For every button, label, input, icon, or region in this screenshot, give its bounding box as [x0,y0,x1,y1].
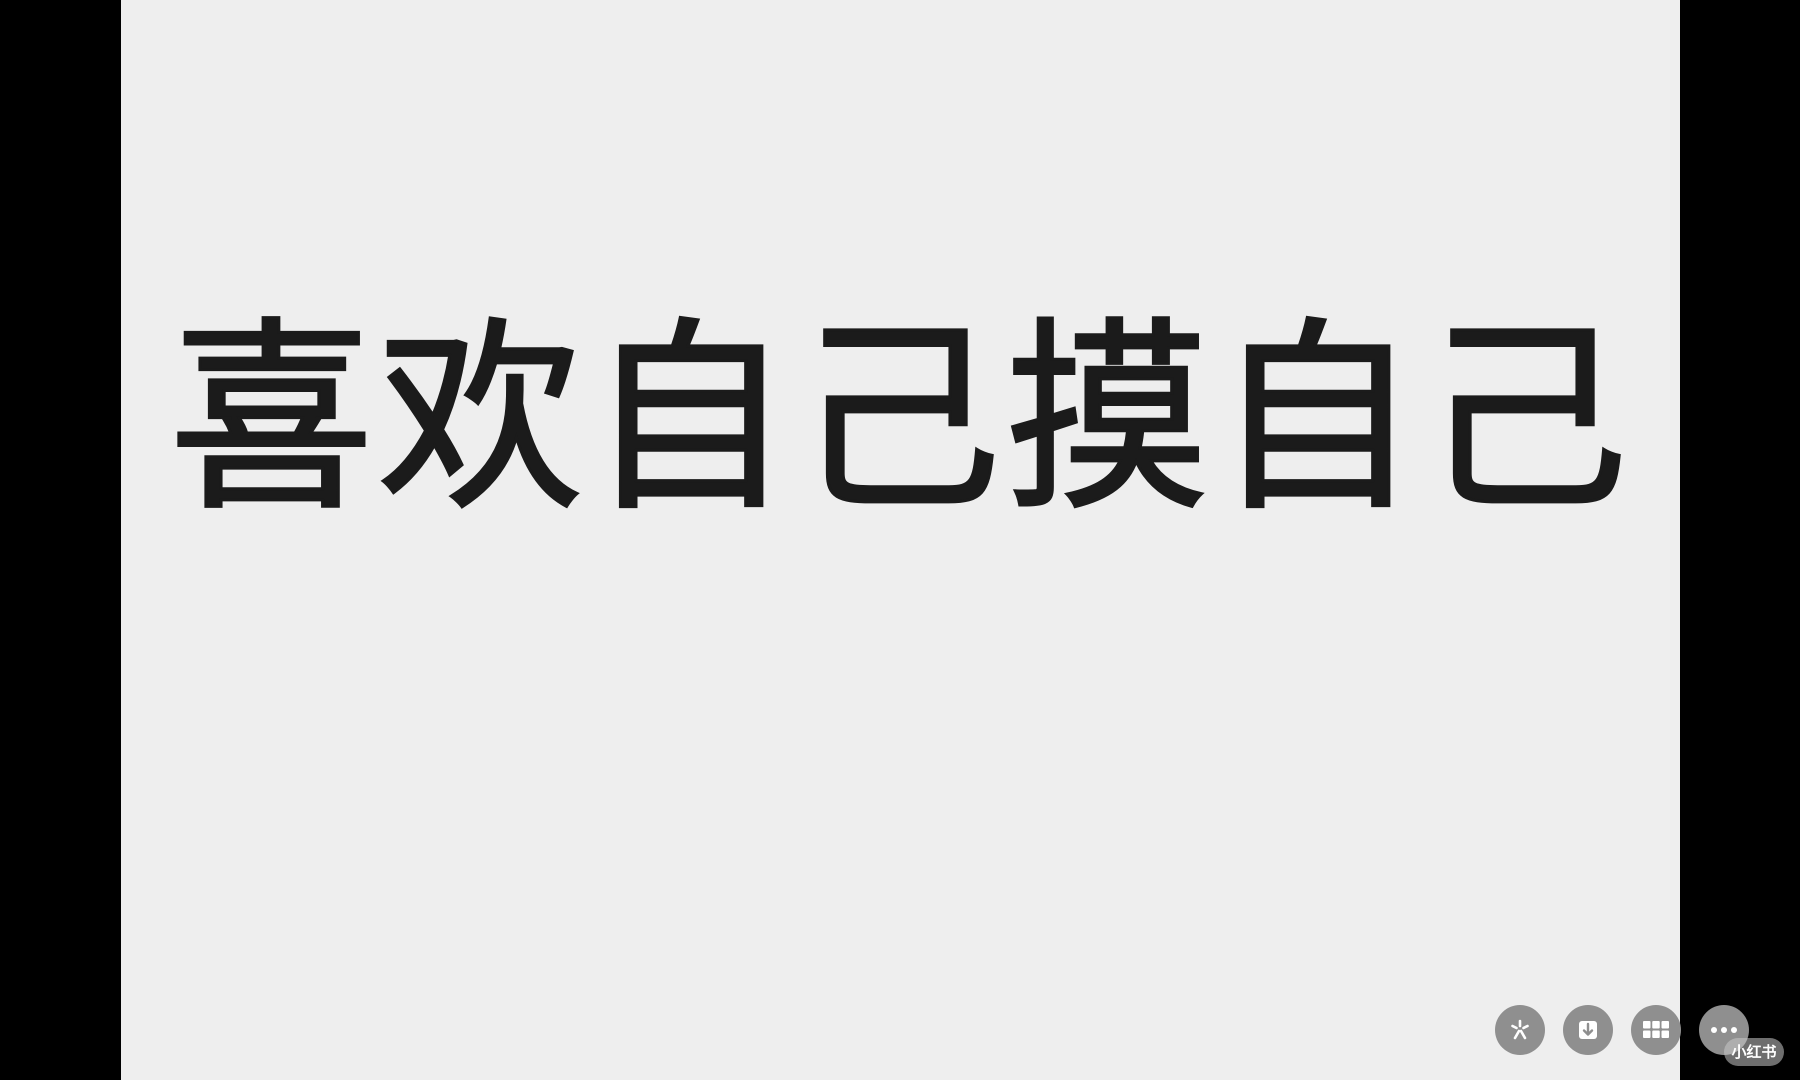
image-viewer: 喜欢自己摸自己 小红书 [0,0,1800,1080]
sparkle-button[interactable] [1495,1005,1545,1055]
download-icon [1579,1021,1597,1039]
action-bar [1495,1005,1749,1055]
download-button[interactable] [1563,1005,1613,1055]
watermark-badge: 小红书 [1724,1038,1784,1066]
meme-caption: 喜欢自己摸自己 [168,300,1632,541]
sparkle-icon [1511,1019,1529,1040]
meme-image: 喜欢自己摸自己 [121,0,1680,1080]
grid-button[interactable] [1631,1005,1681,1055]
grid-icon [1643,1021,1669,1038]
more-icon [1711,1027,1737,1033]
